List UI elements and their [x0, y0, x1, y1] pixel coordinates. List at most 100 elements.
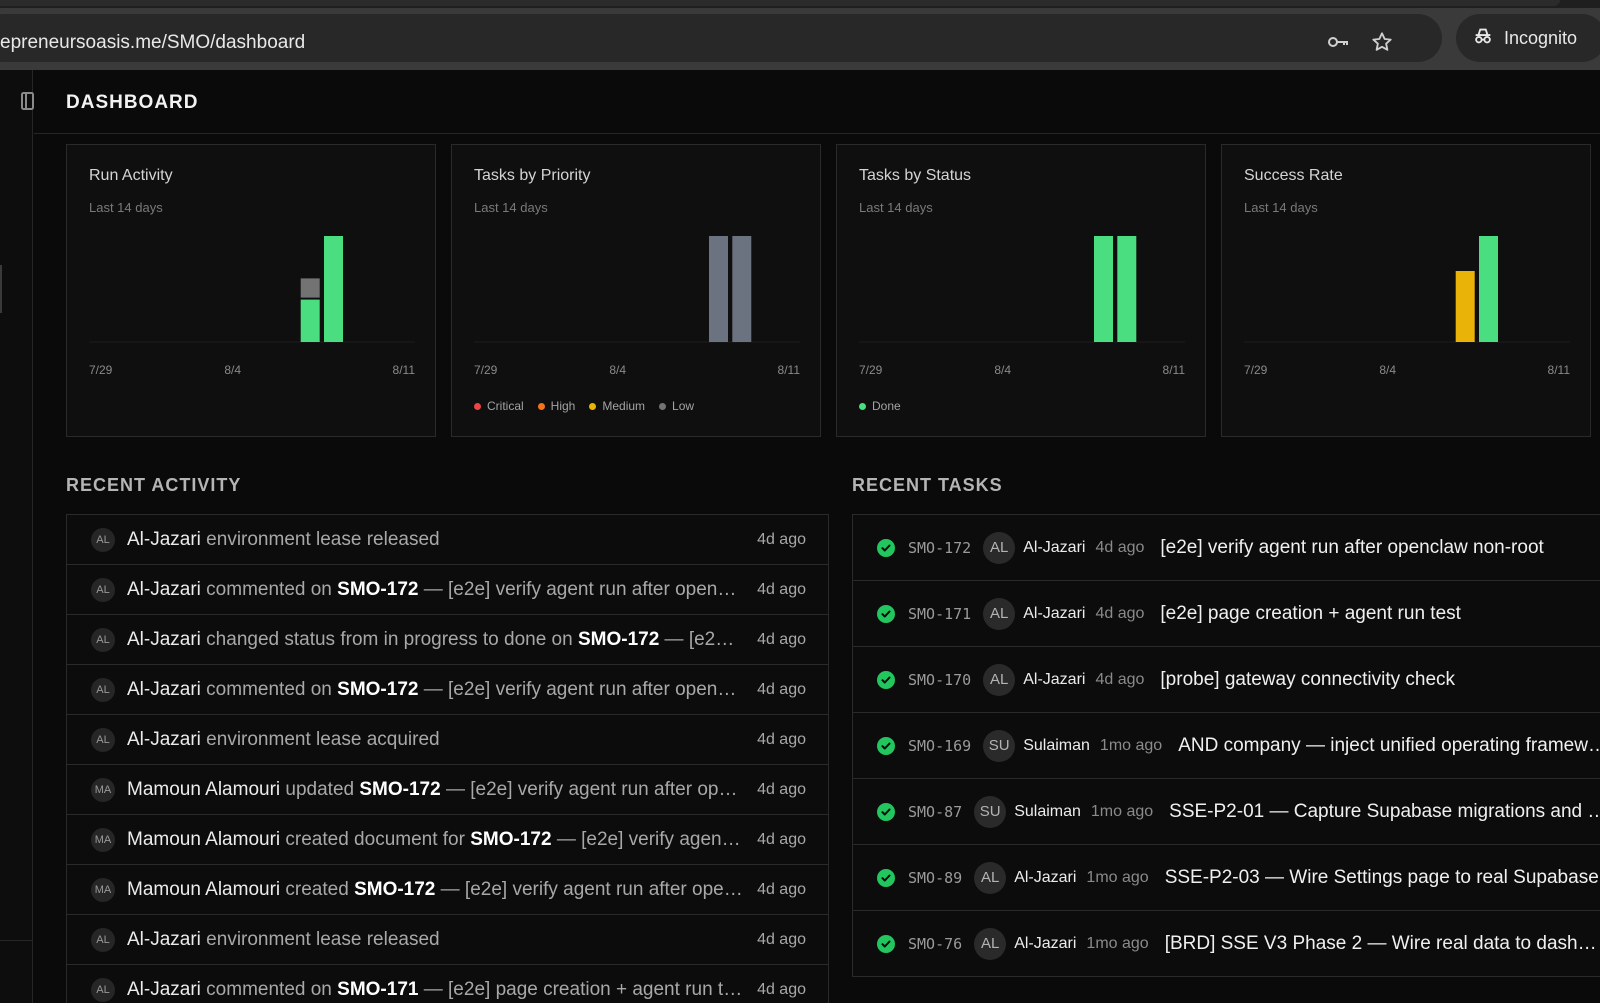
activity-row[interactable]: MA Mamoun Alamouri updated SMO-172 — [e2e… [67, 765, 828, 815]
task-assignee: Al-Jazari [1023, 670, 1086, 688]
chart-bar[interactable] [324, 236, 343, 342]
task-assignee: Sulaiman [1023, 736, 1090, 754]
task-assignee: Al-Jazari [1023, 538, 1086, 556]
chart-bar[interactable] [300, 299, 320, 342]
task-row[interactable]: SMO-89 AL Al-Jazari 1mo ago SSE-P2-03 — Wire… [853, 845, 1600, 911]
browser-toolbar: epreneursoasis.me/SMO/dashboard Incognit… [0, 8, 1600, 70]
recent-tasks-heading: RECENT TASKS [852, 475, 1003, 495]
task-title[interactable]: [e2e] verify agent run after openclaw no… [1160, 537, 1600, 559]
activity-task-ref[interactable]: SMO-172 [359, 779, 440, 800]
chart-bar[interactable] [1094, 236, 1113, 342]
check-circle-icon [877, 604, 895, 623]
task-title[interactable]: SSE-P2-03 — Wire Settings page to real S… [1165, 867, 1600, 889]
activity-text: Al-Jazari environment lease acquired [127, 729, 743, 751]
avatar: AL [91, 727, 115, 752]
legend-item: Done [859, 399, 901, 413]
avatar: AL [91, 627, 115, 652]
activity-task-ref[interactable]: SMO-172 [578, 629, 659, 650]
task-time: 1mo ago [1086, 868, 1149, 886]
success-rate-chart: 7/29 8/4 8/11 [1244, 236, 1570, 377]
chart-card-tasks-by-status: Tasks by Status Last 14 days 7/29 8/4 8/11… [836, 144, 1206, 437]
activity-row[interactable]: AL Al-Jazari environment lease released 4d… [67, 915, 828, 965]
task-row[interactable]: SMO-76 AL Al-Jazari 1mo ago [BRD] SSE V3 Pha… [853, 911, 1600, 977]
activity-time: 4d ago [757, 780, 806, 798]
activity-time: 4d ago [757, 730, 806, 748]
sidebar-active-marker [0, 265, 2, 313]
activity-row[interactable]: AL Al-Jazari environment lease acquired 4d… [67, 715, 828, 765]
task-time: 1mo ago [1099, 736, 1163, 754]
activity-row[interactable]: AL Al-Jazari environment lease released 4d… [67, 515, 828, 565]
activity-row[interactable]: AL Al-Jazari commented on SMO-172 — [e2e]… [67, 665, 828, 715]
activity-action: commented on [200, 678, 338, 700]
task-row[interactable]: SMO-169 SU Sulaiman 1mo ago AND company — in… [853, 713, 1600, 779]
activity-task-ref[interactable]: SMO-172 [354, 879, 435, 900]
legend-label: Done [872, 399, 901, 413]
task-title[interactable]: [BRD] SSE V3 Phase 2 — Wire real data to… [1165, 933, 1600, 955]
url-text[interactable]: epreneursoasis.me/SMO/dashboard [0, 32, 305, 54]
chart-bar[interactable] [1479, 236, 1498, 342]
activity-text: Mamoun Alamouri created SMO-172 — [e2e] … [127, 879, 743, 901]
avatar: AL [91, 677, 115, 702]
task-time: 4d ago [1095, 538, 1145, 556]
incognito-button[interactable]: Incognito [1456, 14, 1600, 62]
activity-actor: Al-Jazari [127, 628, 201, 650]
chart-legend: Done [859, 399, 901, 413]
activity-row[interactable]: AL Al-Jazari commented on SMO-172 — [e2e]… [67, 565, 828, 615]
activity-task-ref[interactable]: SMO-172 [337, 679, 418, 700]
legend-item: High [537, 399, 576, 413]
sidebar-toggle-icon[interactable] [21, 92, 34, 110]
legend-label: Critical [487, 399, 524, 413]
task-title[interactable]: SSE-P2-01 — Capture Supabase migrations … [1169, 801, 1600, 823]
task-row[interactable]: SMO-87 SU Sulaiman 1mo ago SSE-P2-01 — Captu… [853, 779, 1600, 845]
task-row[interactable]: SMO-171 AL Al-Jazari 4d ago [e2e] page creat… [853, 581, 1600, 647]
chart-bar[interactable] [300, 278, 320, 298]
x-tick-label: 8/4 [224, 363, 241, 377]
activity-time: 4d ago [757, 980, 806, 998]
check-circle-icon [877, 868, 895, 887]
bookmark-star-icon[interactable] [1370, 30, 1394, 54]
avatar: AL [983, 597, 1016, 630]
avatar: AL [91, 527, 115, 552]
chart-bar[interactable] [732, 236, 752, 342]
x-tick-label: 8/4 [609, 363, 626, 377]
check-circle-icon [877, 802, 895, 821]
task-title[interactable]: AND company — inject unified operating f… [1178, 735, 1600, 757]
avatar: AL [983, 531, 1016, 564]
sidebar-rail [0, 70, 34, 1003]
chart-bar[interactable] [709, 236, 728, 342]
legend-label: High [550, 399, 576, 413]
chart-bar[interactable] [1117, 236, 1137, 342]
task-id: SMO-89 [908, 868, 963, 887]
activity-row[interactable]: MA Mamoun Alamouri created SMO-172 — [e2e… [67, 865, 828, 915]
legend-label: Medium [602, 399, 646, 413]
activity-row[interactable]: AL Al-Jazari changed status from in progr… [67, 615, 828, 665]
activity-time: 4d ago [757, 680, 806, 698]
task-id: SMO-171 [908, 604, 972, 623]
activity-detail: — [e2e] page creation + agent run test [418, 978, 744, 1000]
activity-task-ref[interactable]: SMO-171 [337, 979, 418, 1000]
activity-actor: Al-Jazari [127, 528, 201, 550]
activity-task-ref[interactable]: SMO-172 [470, 829, 551, 850]
x-tick-label: 7/29 [474, 363, 498, 377]
activity-action: environment lease acquired [200, 728, 440, 750]
key-icon[interactable] [1326, 30, 1350, 54]
task-id: SMO-169 [908, 736, 972, 755]
chart-bar[interactable] [1455, 271, 1475, 342]
activity-action: updated [280, 778, 360, 800]
activity-actor: Mamoun Alamouri [127, 828, 281, 850]
task-row[interactable]: SMO-172 AL Al-Jazari 4d ago [e2e] verify age… [853, 515, 1600, 581]
task-row[interactable]: SMO-170 AL Al-Jazari 4d ago [probe] gateway … [853, 647, 1600, 713]
task-assignee: Al-Jazari [1014, 934, 1077, 952]
incognito-icon [1472, 25, 1494, 52]
activity-time: 4d ago [757, 880, 806, 898]
activity-task-ref[interactable]: SMO-172 [337, 579, 418, 600]
legend-item: Medium [589, 399, 645, 413]
legend-dot [474, 402, 481, 410]
task-title[interactable]: [e2e] page creation + agent run test [1160, 603, 1600, 625]
task-title[interactable]: [probe] gateway connectivity check [1160, 669, 1600, 691]
address-bar[interactable]: epreneursoasis.me/SMO/dashboard [0, 14, 1442, 62]
check-circle-icon [877, 670, 895, 689]
run-activity-chart: 7/29 8/4 8/11 [89, 236, 415, 377]
activity-row[interactable]: MA Mamoun Alamouri created document for S… [67, 815, 828, 865]
activity-row[interactable]: AL Al-Jazari commented on SMO-171 — [e2e]… [67, 965, 828, 1003]
